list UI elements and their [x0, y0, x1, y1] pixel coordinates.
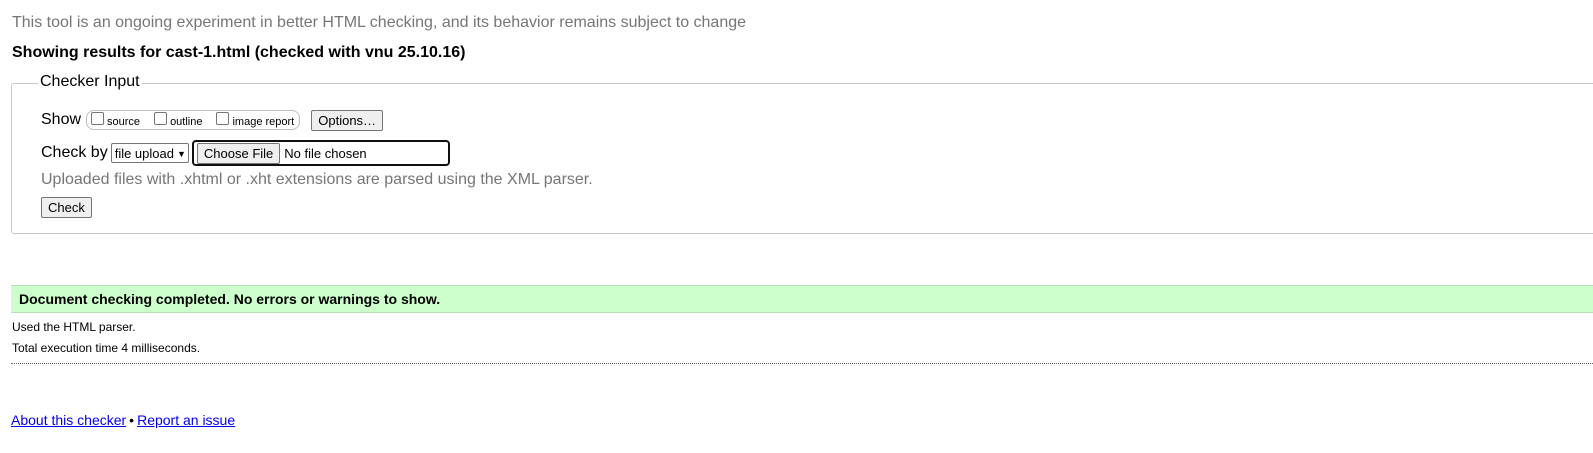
parser-note: Used the HTML parser. [12, 320, 136, 334]
options-button[interactable]: Options… [311, 109, 384, 131]
success-message: Document checking completed. No errors o… [11, 285, 1593, 313]
image-report-checkbox-label[interactable]: image report [232, 116, 294, 128]
outline-checkbox[interactable] [154, 111, 168, 125]
choose-file-button[interactable]: Choose File [196, 142, 281, 164]
checker-page: This tool is an ongoing experiment in be… [0, 0, 1593, 453]
results-title: Showing results for cast-1.html (checked… [12, 44, 466, 61]
check-by-label: Check by [41, 144, 108, 161]
chevron-down-icon[interactable]: ▼ [177, 149, 186, 159]
file-input[interactable]: Choose File No file chosen [191, 140, 450, 166]
submit-row: Check [41, 197, 92, 218]
image-report-checkbox[interactable] [216, 111, 230, 125]
footer: About this checker • Report an issue [11, 412, 235, 428]
execution-time: Total execution time 4 milliseconds. [12, 341, 201, 355]
intro-text: This tool is an ongoing experiment in be… [12, 14, 747, 31]
checker-input-legend: Checker Input [38, 73, 142, 91]
dotted-divider [11, 363, 1593, 364]
check-by-selected-value[interactable]: file upload [115, 146, 174, 161]
check-by-select[interactable]: file upload ▼ [110, 143, 189, 163]
show-row: Show source outline image report Options… [41, 109, 384, 131]
show-outline-option[interactable]: outline [154, 111, 202, 128]
about-checker-link[interactable]: About this checker [11, 412, 126, 428]
check-by-row: Check by file upload ▼ Choose File No fi… [41, 140, 450, 166]
source-checkbox[interactable] [91, 111, 105, 125]
show-label: Show [41, 111, 82, 128]
show-options-group: source outline image report [86, 110, 301, 130]
upload-hint: Uploaded files with .xhtml or .xht exten… [41, 171, 593, 188]
show-image-report-option[interactable]: image report [216, 111, 294, 128]
footer-separator: • [129, 412, 135, 428]
file-status: No file chosen [284, 145, 367, 161]
show-source-option[interactable]: source [91, 111, 140, 128]
report-issue-link[interactable]: Report an issue [137, 412, 235, 428]
check-button[interactable]: Check [41, 197, 92, 218]
source-checkbox-label[interactable]: source [107, 116, 140, 128]
outline-checkbox-label[interactable]: outline [170, 116, 202, 128]
